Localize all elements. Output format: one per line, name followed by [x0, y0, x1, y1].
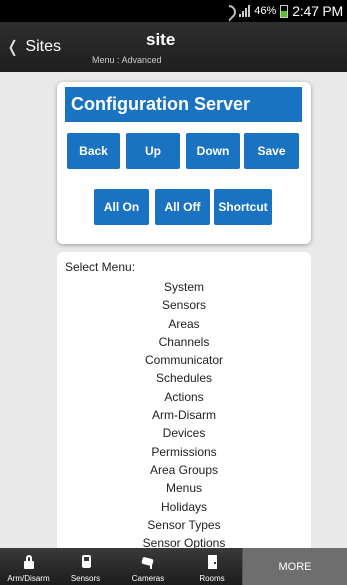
- menu-item-actions[interactable]: Actions: [57, 388, 311, 406]
- menu-item-communicator[interactable]: Communicator: [57, 351, 311, 369]
- menu-item-holidays[interactable]: Holidays: [57, 498, 311, 516]
- nav-label: Sensors: [70, 574, 101, 583]
- page-subtitle: Menu : Advanced: [92, 55, 162, 65]
- back-label: Sites: [25, 38, 61, 55]
- all-off-button[interactable]: All Off: [155, 189, 210, 225]
- menu-item-sensor-types[interactable]: Sensor Types: [57, 516, 311, 534]
- nav-label: Arm/Disarm: [7, 574, 50, 583]
- camera-icon: [141, 555, 154, 569]
- more-button[interactable]: MORE: [242, 548, 347, 585]
- menu-item-menus[interactable]: Menus: [57, 479, 311, 497]
- menu-item-channels[interactable]: Channels: [57, 333, 311, 351]
- clock: 2:47 PM: [292, 3, 343, 19]
- wifi-icon: [221, 5, 235, 17]
- page-title: site: [146, 30, 176, 49]
- battery-icon: [280, 4, 289, 18]
- menu-item-area-groups[interactable]: Area Groups: [57, 461, 311, 479]
- menu-panel: Select Menu: System Sensors Areas Channe…: [57, 252, 311, 548]
- nav-label: Cameras: [131, 574, 165, 583]
- menu-label: Select Menu:: [65, 260, 136, 274]
- menu-item-areas[interactable]: Areas: [57, 315, 311, 333]
- menu-list: System Sensors Areas Channels Communicat…: [57, 278, 311, 548]
- down-button[interactable]: Down: [186, 133, 240, 169]
- menu-item-sensor-options[interactable]: Sensor Options: [57, 534, 311, 548]
- shortcut-button[interactable]: Shortcut: [214, 189, 272, 225]
- app-header: ❬ Sites site Menu : Advanced: [0, 22, 347, 72]
- back-button[interactable]: Back: [67, 133, 120, 169]
- configuration-card: Configuration Server Back Up Down Save A…: [57, 82, 311, 244]
- menu-item-sensors[interactable]: Sensors: [57, 296, 311, 314]
- nav-label: Rooms: [199, 574, 225, 583]
- lock-icon: [23, 555, 35, 569]
- menu-item-system[interactable]: System: [57, 278, 311, 296]
- battery-percent: 46%: [254, 5, 277, 17]
- signal-icon: [239, 5, 251, 17]
- sensor-icon: [80, 555, 92, 569]
- status-bar: 46% 2:47 PM: [0, 0, 347, 22]
- chevron-left-icon: ❬: [6, 39, 20, 56]
- save-button[interactable]: Save: [244, 133, 299, 169]
- card-title: Configuration Server: [65, 87, 302, 122]
- back-to-sites-button[interactable]: ❬ Sites: [6, 35, 61, 59]
- nav-cameras[interactable]: Cameras: [114, 548, 182, 585]
- nav-sensors[interactable]: Sensors: [57, 548, 114, 585]
- nav-rooms[interactable]: Rooms: [182, 548, 242, 585]
- up-button[interactable]: Up: [126, 133, 180, 169]
- menu-item-arm-disarm[interactable]: Arm-Disarm: [57, 406, 311, 424]
- menu-item-schedules[interactable]: Schedules: [57, 369, 311, 387]
- bottom-nav: Arm/Disarm Sensors Cameras Rooms MORE: [0, 548, 347, 585]
- nav-arm-disarm[interactable]: Arm/Disarm: [0, 548, 57, 585]
- menu-item-permissions[interactable]: Permissions: [57, 443, 311, 461]
- all-on-button[interactable]: All On: [94, 189, 149, 225]
- door-icon: [206, 555, 218, 569]
- menu-item-devices[interactable]: Devices: [57, 424, 311, 442]
